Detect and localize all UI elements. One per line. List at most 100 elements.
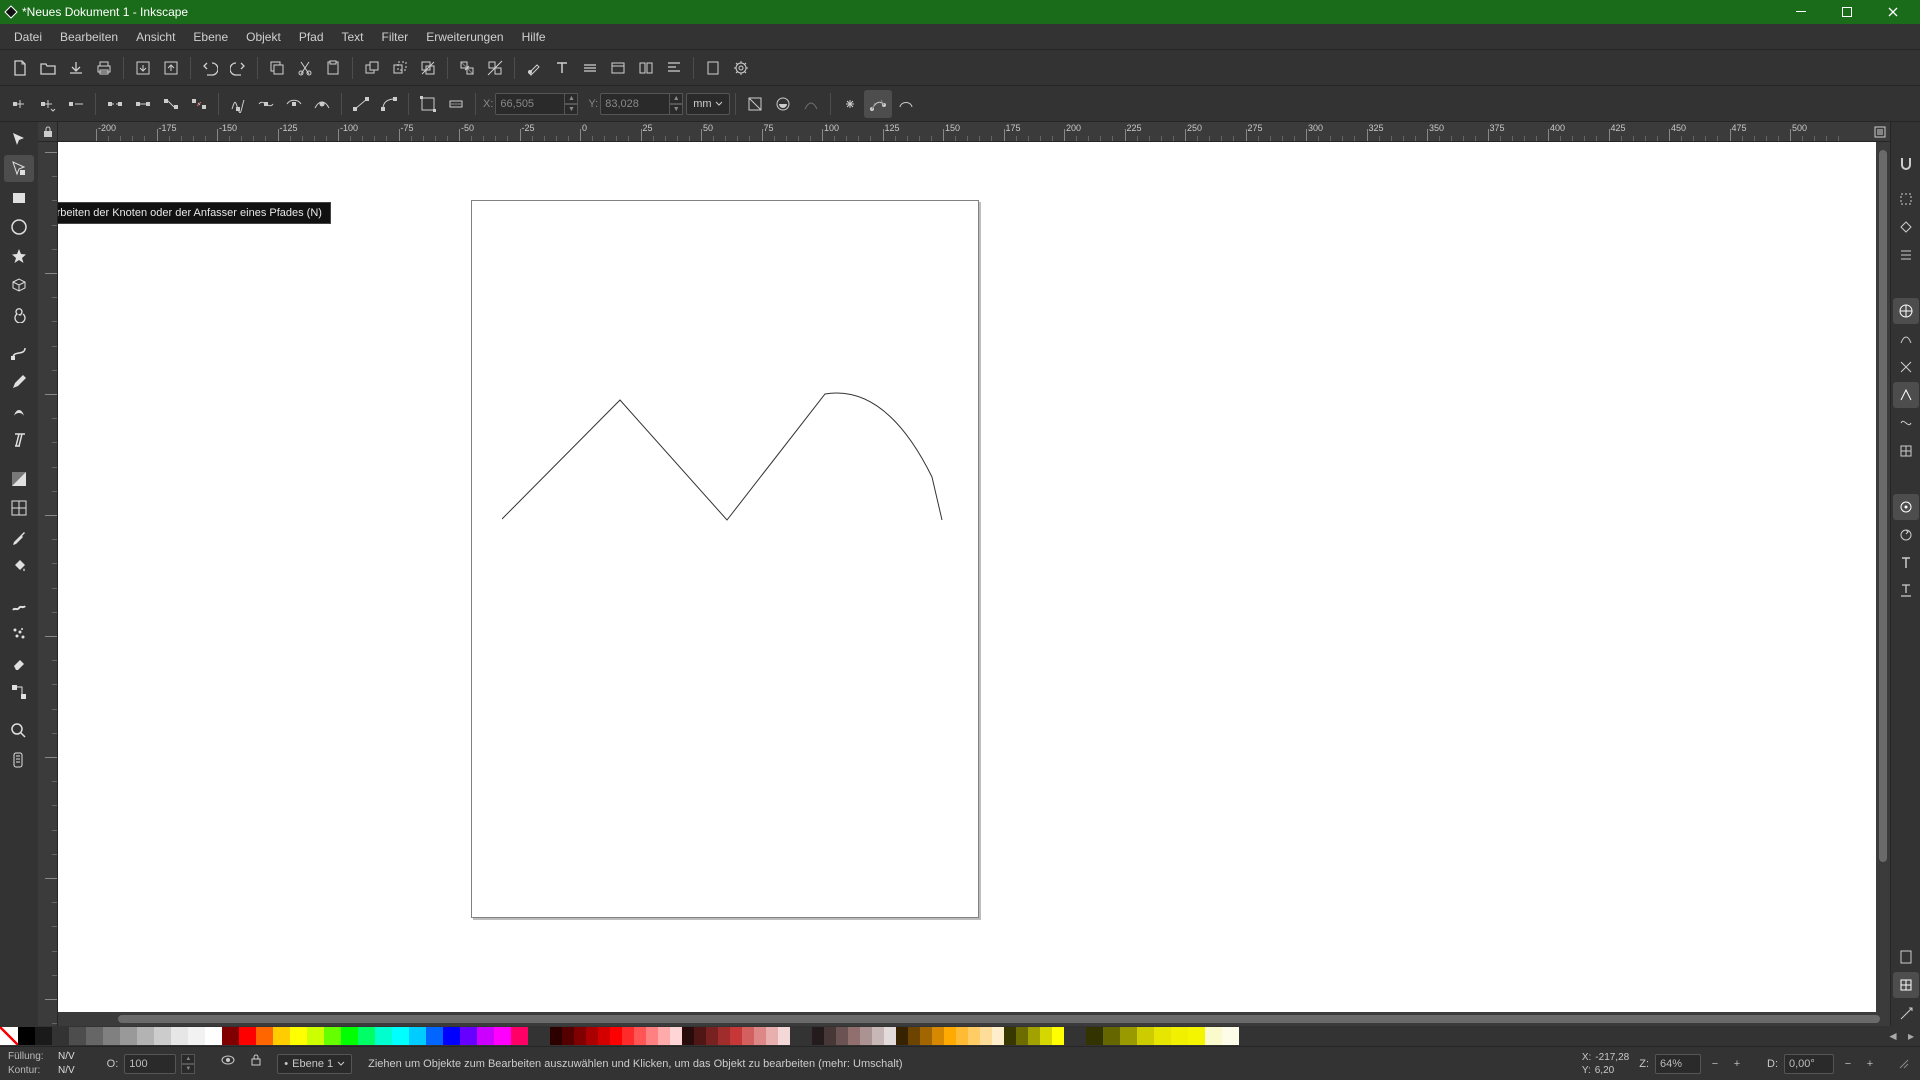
snap-bbox-icon[interactable] (1893, 186, 1919, 212)
swatch[interactable] (562, 1027, 574, 1045)
connector-tool-icon[interactable] (4, 678, 34, 705)
swatch[interactable] (409, 1027, 426, 1045)
snap-text-icon[interactable] (1893, 550, 1919, 576)
opacity-spin-up[interactable]: ▲ (181, 1054, 195, 1064)
menu-pfad[interactable]: Pfad (291, 27, 332, 47)
swatch[interactable] (494, 1027, 511, 1045)
clone-icon[interactable] (386, 54, 414, 82)
layer-visible-icon[interactable] (221, 1053, 243, 1075)
swatch[interactable] (646, 1027, 658, 1045)
swatch[interactable] (766, 1027, 778, 1045)
layer-select[interactable]: • Ebene 1 (277, 1054, 352, 1074)
swatch[interactable] (205, 1027, 222, 1045)
object-to-path-icon[interactable] (414, 90, 442, 118)
swatch[interactable] (932, 1027, 944, 1045)
layers-icon[interactable] (576, 54, 604, 82)
x-spin-down[interactable]: ▼ (564, 104, 578, 115)
swatch[interactable] (171, 1027, 188, 1045)
snap-toggle-icon[interactable] (1893, 150, 1919, 176)
swatch[interactable] (896, 1027, 908, 1045)
eraser-tool-icon[interactable] (4, 649, 34, 676)
spiral-tool-icon[interactable] (4, 300, 34, 327)
swatch[interactable] (1205, 1027, 1222, 1045)
show-handles-icon[interactable] (864, 90, 892, 118)
swatch[interactable] (968, 1027, 980, 1045)
vertical-scrollbar[interactable] (1876, 142, 1890, 1012)
swatch[interactable] (586, 1027, 598, 1045)
menu-text[interactable]: Text (334, 27, 372, 47)
swatch[interactable] (222, 1027, 239, 1045)
minimize-button[interactable] (1778, 0, 1824, 24)
x-input[interactable]: 66,505 (495, 93, 565, 115)
close-button[interactable] (1870, 0, 1916, 24)
zoom-input[interactable]: 64% (1655, 1054, 1701, 1074)
snap-grid-icon[interactable] (1893, 972, 1919, 998)
preferences-doc-icon[interactable] (699, 54, 727, 82)
cut-icon[interactable] (291, 54, 319, 82)
swatch[interactable] (848, 1027, 860, 1045)
swatch[interactable] (477, 1027, 494, 1045)
swatch[interactable] (956, 1027, 968, 1045)
unlink-clone-icon[interactable] (414, 54, 442, 82)
tweak-tool-icon[interactable] (4, 591, 34, 618)
delete-segment-icon[interactable] (185, 90, 213, 118)
join-path-icon[interactable] (129, 90, 157, 118)
xml-icon[interactable] (604, 54, 632, 82)
menu-ebene[interactable]: Ebene (185, 27, 236, 47)
swatch[interactable] (706, 1027, 718, 1045)
stroke-to-path-icon[interactable] (442, 90, 470, 118)
drawing-path[interactable] (502, 392, 962, 532)
zoom-out-icon[interactable]: − (1707, 1056, 1723, 1072)
menu-filter[interactable]: Filter (374, 27, 417, 47)
rotate-cw-icon[interactable]: + (1862, 1056, 1878, 1072)
snap-node-icon[interactable] (1893, 214, 1919, 240)
text-tool-icon[interactable] (4, 426, 34, 453)
swatch[interactable] (1052, 1027, 1064, 1045)
swatch[interactable] (658, 1027, 670, 1045)
node-symmetric-icon[interactable] (280, 90, 308, 118)
delete-node-icon[interactable] (62, 90, 90, 118)
swatch[interactable] (622, 1027, 634, 1045)
swatch[interactable] (511, 1027, 528, 1045)
rotate-ccw-icon[interactable]: − (1840, 1056, 1856, 1072)
bezier-tool-icon[interactable] (4, 339, 34, 366)
swatch[interactable] (812, 1027, 824, 1045)
opacity-spin-down[interactable]: ▼ (181, 1064, 195, 1074)
ruler-vertical[interactable] (38, 142, 58, 1026)
swatch[interactable] (754, 1027, 766, 1045)
swatch[interactable] (460, 1027, 477, 1045)
open-document-icon[interactable] (34, 54, 62, 82)
swatch[interactable] (944, 1027, 956, 1045)
swatch[interactable] (1016, 1027, 1028, 1045)
rotate-input[interactable]: 0,00° (1784, 1054, 1834, 1074)
ruler-lock-icon[interactable] (38, 122, 58, 142)
swatch[interactable] (682, 1027, 694, 1045)
snap-page-icon[interactable] (1893, 944, 1919, 970)
segment-line-icon[interactable] (347, 90, 375, 118)
save-document-icon[interactable] (62, 54, 90, 82)
palette-scroll-left-icon[interactable]: ◄ (1884, 1027, 1902, 1045)
menu-bearbeiten[interactable]: Bearbeiten (52, 27, 126, 47)
swatch[interactable] (35, 1027, 52, 1045)
swatch[interactable] (1103, 1027, 1120, 1045)
swatch[interactable] (730, 1027, 742, 1045)
swatch[interactable] (1154, 1027, 1171, 1045)
swatch[interactable] (884, 1027, 896, 1045)
align-icon[interactable] (660, 54, 688, 82)
resize-grip-icon[interactable] (1896, 1056, 1912, 1072)
swatch[interactable] (980, 1027, 992, 1045)
swatch[interactable] (836, 1027, 848, 1045)
layer-lock-icon[interactable] (249, 1053, 271, 1075)
swatch[interactable] (872, 1027, 884, 1045)
gradient-tool-icon[interactable] (4, 465, 34, 492)
ellipse-tool-icon[interactable] (4, 213, 34, 240)
swatch[interactable] (18, 1027, 35, 1045)
show-lpe-icon[interactable] (797, 90, 825, 118)
snap-intersection-icon[interactable] (1893, 354, 1919, 380)
x-spin-up[interactable]: ▲ (564, 93, 578, 104)
snap-smooth-icon[interactable] (1893, 410, 1919, 436)
join-segment-icon[interactable] (157, 90, 185, 118)
swatch[interactable] (634, 1027, 646, 1045)
snap-rotation-icon[interactable] (1893, 522, 1919, 548)
swatch[interactable] (574, 1027, 586, 1045)
